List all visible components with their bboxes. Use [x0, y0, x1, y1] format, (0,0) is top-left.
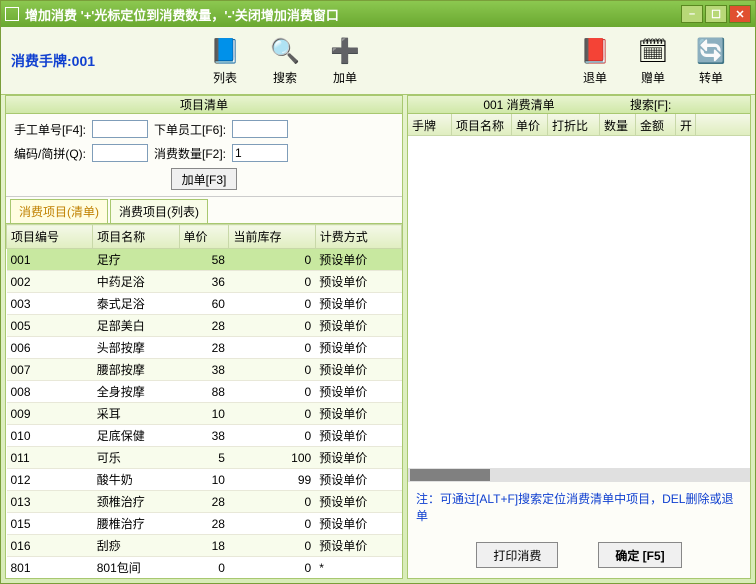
- table-row[interactable]: 801801包间00*: [7, 557, 402, 579]
- right-columns: 手牌号项目名称单价打折比例数量金额开: [408, 114, 750, 136]
- consume-list-title: 001 消费清单: [408, 96, 630, 113]
- horizontal-scrollbar[interactable]: [408, 468, 750, 482]
- column-header[interactable]: 单价: [179, 225, 229, 249]
- toolbar-right-btn-label: 转单: [699, 69, 723, 86]
- table-row[interactable]: 001足疗580预设单价: [7, 249, 402, 271]
- window-title: 增加消费 '+'光标定位到消费数量，'-'关闭增加消费窗口: [25, 5, 681, 24]
- right-column-header[interactable]: 手牌号: [408, 114, 452, 135]
- toolbar-left-btn-label: 搜索: [273, 69, 297, 86]
- qty-label: 消费数量[F2]:: [154, 145, 226, 162]
- table-row[interactable]: 009采耳100预设单价: [7, 403, 402, 425]
- tab[interactable]: 消费项目(列表): [110, 199, 208, 223]
- column-header[interactable]: 项目名称: [93, 225, 179, 249]
- app-window: 增加消费 '+'光标定位到消费数量，'-'关闭增加消费窗口 – ☐ ✕ 消费手牌…: [0, 0, 756, 584]
- toolbar-left-btn-2[interactable]: ➕ 加单: [321, 35, 369, 86]
- content-area: 项目清单 手工单号[F4]: 下单员工[F6]: 编码/简拼(Q): 消费数量[…: [1, 95, 755, 583]
- toolbar-right-btn-1[interactable]: 🗓 赠单: [629, 35, 677, 86]
- table-row[interactable]: 006头部按摩280预设单价: [7, 337, 402, 359]
- add-order-button[interactable]: 加单[F3]: [171, 168, 238, 190]
- right-column-header[interactable]: 项目名称: [452, 114, 512, 135]
- form-area: 手工单号[F4]: 下单员工[F6]: 编码/简拼(Q): 消费数量[F2]: …: [6, 114, 402, 197]
- right-column-header[interactable]: 打折比例: [548, 114, 600, 135]
- toolbar-right-btn-label: 退单: [583, 69, 607, 86]
- system-icon: [5, 7, 19, 21]
- toolbar-right-btn-icon: 🔄: [695, 35, 727, 67]
- search-label: 搜索[F]:: [630, 96, 750, 113]
- items-grid[interactable]: 项目编号项目名称单价当前库存计费方式 001足疗580预设单价002中药足浴36…: [6, 223, 402, 578]
- table-row[interactable]: 012酸牛奶1099预设单价: [7, 469, 402, 491]
- table-row[interactable]: 013颈椎治疗280预设单价: [7, 491, 402, 513]
- employee-input[interactable]: [232, 120, 288, 138]
- column-header[interactable]: 项目编号: [7, 225, 93, 249]
- minimize-button[interactable]: –: [681, 5, 703, 23]
- toolbar-right-btn-icon: 🗓: [637, 35, 669, 67]
- table-row[interactable]: 002中药足浴360预设单价: [7, 271, 402, 293]
- left-panel: 项目清单 手工单号[F4]: 下单员工[F6]: 编码/简拼(Q): 消费数量[…: [5, 95, 403, 579]
- toolbar-left-btn-label: 加单: [333, 69, 357, 86]
- close-button[interactable]: ✕: [729, 5, 751, 23]
- table-row[interactable]: 016刮痧180预设单价: [7, 535, 402, 557]
- toolbar-right-btn-label: 赠单: [641, 69, 665, 86]
- right-column-header[interactable]: 数量: [600, 114, 636, 135]
- manual-order-label: 手工单号[F4]:: [14, 121, 86, 138]
- left-panel-header: 项目清单: [6, 96, 402, 114]
- column-header[interactable]: 当前库存: [229, 225, 315, 249]
- table-row[interactable]: 003泰式足浴600预设单价: [7, 293, 402, 315]
- code-input[interactable]: [92, 144, 148, 162]
- maximize-button[interactable]: ☐: [705, 5, 727, 23]
- right-panel: 001 消费清单 搜索[F]: 手牌号项目名称单价打折比例数量金额开 注：可通过…: [407, 95, 751, 579]
- table-row[interactable]: 008全身按摩880预设单价: [7, 381, 402, 403]
- toolbar-left-btn-0[interactable]: 📘 列表: [201, 35, 249, 86]
- hint-note: 注：可通过[ALT+F]搜索定位消费清单中项目，DEL删除或退单: [408, 482, 750, 532]
- tab[interactable]: 消费项目(清单): [10, 199, 108, 223]
- tabs: 消费项目(清单)消费项目(列表): [6, 197, 402, 223]
- toolbar-left-btn-icon: 📘: [209, 35, 241, 67]
- code-label: 编码/简拼(Q):: [14, 145, 86, 162]
- right-column-header[interactable]: 金额: [636, 114, 676, 135]
- toolbar-right-btn-2[interactable]: 🔄 转单: [687, 35, 735, 86]
- table-row[interactable]: 007腰部按摩380预设单价: [7, 359, 402, 381]
- toolbar-left-btn-icon: 🔍: [269, 35, 301, 67]
- employee-label: 下单员工[F6]:: [154, 121, 226, 138]
- table-row[interactable]: 005足部美白280预设单价: [7, 315, 402, 337]
- print-button[interactable]: 打印消费: [476, 542, 558, 568]
- toolbar-left-btn-icon: ➕: [329, 35, 361, 67]
- titlebar: 增加消费 '+'光标定位到消费数量，'-'关闭增加消费窗口 – ☐ ✕: [1, 1, 755, 27]
- table-row[interactable]: 011可乐5100预设单价: [7, 447, 402, 469]
- table-row[interactable]: 010足底保健380预设单价: [7, 425, 402, 447]
- manual-order-input[interactable]: [92, 120, 148, 138]
- tag-label: 消费手牌:001: [1, 51, 201, 71]
- toolbar-left-btn-label: 列表: [213, 69, 237, 86]
- toolbar-right-btn-icon: 📕: [579, 35, 611, 67]
- toolbar: 消费手牌:001 📘 列表 🔍 搜索 ➕ 加单 📕 退单 🗓 赠单 🔄 转单: [1, 27, 755, 95]
- confirm-button[interactable]: 确定 [F5]: [598, 542, 681, 568]
- toolbar-left-btn-1[interactable]: 🔍 搜索: [261, 35, 309, 86]
- consume-list-body: [408, 136, 750, 468]
- qty-input[interactable]: [232, 144, 288, 162]
- table-row[interactable]: 015腰椎治疗280预设单价: [7, 513, 402, 535]
- toolbar-right-btn-0[interactable]: 📕 退单: [571, 35, 619, 86]
- right-panel-header: 001 消费清单 搜索[F]:: [408, 96, 750, 114]
- column-header[interactable]: 计费方式: [315, 225, 401, 249]
- right-column-header[interactable]: 开: [676, 114, 696, 135]
- right-column-header[interactable]: 单价: [512, 114, 548, 135]
